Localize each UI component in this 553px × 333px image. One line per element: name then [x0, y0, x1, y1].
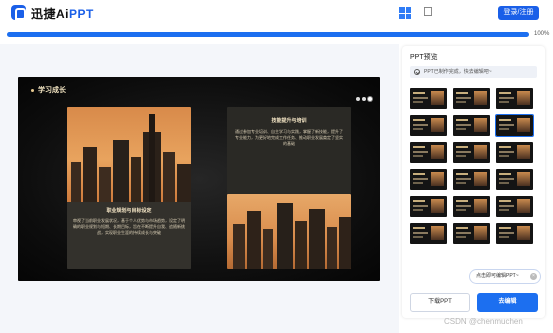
slide-thumbnail[interactable]: [496, 196, 533, 217]
progress-percent: 100%: [534, 31, 550, 37]
go-edit-button[interactable]: 去编辑: [477, 293, 538, 312]
slide-thumbnail[interactable]: [410, 115, 447, 136]
slide-thumbnail[interactable]: [453, 142, 490, 163]
skill-training-card: 技能提升与培训 通过参加专业培训、自主学习与实践，掌握了新技能，提升了专业能力，…: [227, 107, 351, 194]
progress-fill: [7, 32, 529, 37]
slide-thumbnail[interactable]: [496, 88, 533, 109]
status-banner: PPT已制作完成，快去编辑吧~: [410, 66, 537, 78]
apple-icon[interactable]: : [423, 5, 433, 19]
slide-pagination: [354, 88, 372, 106]
city-skyline-image-2: [227, 194, 351, 269]
edit-hint-tooltip: 点击即可编辑PPT~ ×: [469, 269, 541, 284]
panel-title: PPT预览: [410, 54, 438, 61]
slide-thumbnail[interactable]: [453, 88, 490, 109]
slide-preview[interactable]: 学习成长 职业规划与目标设定 审视了当前职业发展状况，基于个人优势与市场趋势，设…: [18, 77, 380, 281]
check-circle-icon: [414, 69, 420, 75]
windows-icon[interactable]: [399, 7, 411, 19]
slide-dot-active[interactable]: [368, 97, 372, 101]
slide-title: 学习成长: [31, 85, 66, 95]
slide-thumbnail[interactable]: [410, 223, 447, 244]
slide-thumbnail[interactable]: [453, 169, 490, 190]
p-logo-icon: [11, 5, 26, 20]
download-ppt-button[interactable]: 下载PPT: [410, 293, 470, 312]
city-skyline-image: [67, 107, 191, 202]
slide-thumbnail[interactable]: [453, 196, 490, 217]
career-planning-body: 审视了当前职业发展状况，基于个人优势与市场趋势，设定了明确的职业规划与短期、长期…: [73, 218, 185, 235]
login-button[interactable]: 登录/注册: [498, 6, 539, 20]
slide-thumbnail[interactable]: [453, 115, 490, 136]
slide-thumbnail[interactable]: [495, 114, 534, 137]
status-text: PPT已制作完成，快去编辑吧~: [424, 69, 492, 75]
slide-thumbnail[interactable]: [410, 142, 447, 163]
slide-dot[interactable]: [362, 97, 366, 101]
brand-logo[interactable]: 迅捷AiPPT: [31, 5, 94, 22]
slide-thumbnail[interactable]: [410, 169, 447, 190]
slide-thumbnail[interactable]: [410, 196, 447, 217]
skill-training-title: 技能提升与培训: [271, 118, 307, 124]
slide-thumbnail[interactable]: [496, 223, 533, 244]
slide-thumbnail[interactable]: [496, 169, 533, 190]
watermark: CSDN @chenmuchen: [444, 317, 523, 326]
skill-training-body: 通过参加专业培训、自主学习与实践，掌握了新技能，提升了专业能力，为更好地完成工作…: [235, 129, 343, 146]
career-planning-caption: 职业规划与目标设定 审视了当前职业发展状况，基于个人优势与市场趋势，设定了明确的…: [67, 202, 191, 269]
close-icon[interactable]: ×: [530, 273, 537, 280]
tooltip-text: 点击即可编辑PPT~: [476, 273, 519, 279]
slide-dot[interactable]: [356, 97, 360, 101]
slide-thumbnail[interactable]: [453, 223, 490, 244]
top-bar: 迅捷AiPPT  登录/注册: [0, 0, 553, 26]
slide-thumbnail[interactable]: [410, 88, 447, 109]
brand-name-accent: PPT: [69, 7, 94, 21]
career-planning-title: 职业规划与目标设定: [106, 208, 152, 214]
brand-name: 迅捷Ai: [31, 7, 70, 21]
career-planning-card: 职业规划与目标设定 审视了当前职业发展状况，基于个人优势与市场趋势，设定了明确的…: [67, 107, 191, 269]
slide-thumbnail[interactable]: [496, 142, 533, 163]
generation-progress-bar: [7, 32, 529, 37]
